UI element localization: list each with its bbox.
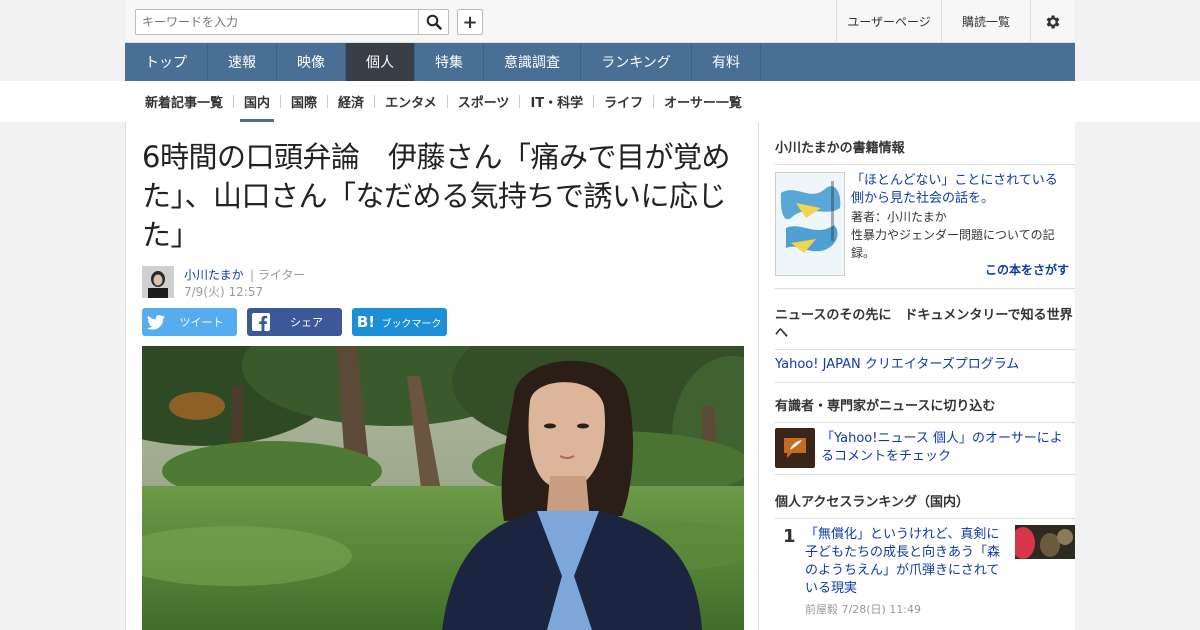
search-input[interactable] — [136, 10, 411, 34]
creators-program-link[interactable]: Yahoo! JAPAN クリエイターズプログラム — [775, 350, 1075, 382]
twitter-icon — [142, 308, 170, 336]
add-button[interactable]: + — [457, 9, 483, 35]
book-description: 性暴力やジェンダー問題についての記録。 — [851, 228, 1055, 260]
facebook-share-label: シェア — [290, 316, 323, 329]
subscription-link[interactable]: 購読一覧 — [941, 0, 1030, 43]
article-title: 6時間の口頭弁論 伊藤さん「痛みで目が覚めた」、山口さん「なだめる気持ちで誘いに… — [142, 140, 730, 252]
book-section: 小川たまかの書籍情報 — [775, 140, 1075, 165]
nav-ranking[interactable]: ランキング — [581, 43, 692, 81]
facebook-icon — [247, 308, 275, 336]
facebook-share-button[interactable]: シェア — [247, 308, 342, 336]
find-book-link[interactable]: この本をさがす — [985, 261, 1069, 278]
hatena-bookmark-button[interactable]: B! ブックマーク — [352, 308, 447, 336]
twitter-share-button[interactable]: ツイート — [142, 308, 237, 336]
book-cover-image — [776, 173, 844, 275]
nav-feature[interactable]: 特集 — [415, 43, 484, 81]
subnav-it-science[interactable]: IT・科学 — [520, 81, 593, 122]
rank-thumbnail-image — [1015, 525, 1075, 559]
nav-breaking[interactable]: 速報 — [208, 43, 277, 81]
feather-comment-icon — [784, 438, 806, 458]
book-heading: 小川たまかの書籍情報 — [775, 140, 1075, 165]
rank-1-thumbnail[interactable] — [1015, 525, 1075, 559]
expert-comments-link[interactable]: 「Yahoo!ニュース 個人」のオーサーによるコメントをチェック — [821, 430, 1065, 466]
settings-button[interactable] — [1030, 0, 1075, 43]
book-title-link[interactable]: 「ほとんどない」ことにされている側から見た社会の話を。 — [851, 172, 1063, 208]
top-bar: + ユーザーページ 購読一覧 — [0, 0, 1200, 43]
nav-survey[interactable]: 意識調査 — [484, 43, 581, 81]
search-icon — [426, 14, 442, 30]
header-links: ユーザーページ 購読一覧 — [836, 0, 1075, 43]
article-column: 6時間の口頭弁論 伊藤さん「痛みで目が覚めた」、山口さん「なだめる気持ちで誘いに… — [125, 122, 759, 630]
rank-1-title-link[interactable]: 「無償化」というけれど、真剣に子どもたちの成長と向きあう「森のようちえん」が爪弾… — [805, 526, 1005, 598]
main-nav: トップ 速報 映像 個人 特集 意識調査 ランキング 有料 — [125, 43, 1075, 81]
publish-date: 7/9(火) 12:57 — [184, 285, 264, 299]
subnav-entertainment[interactable]: エンタメ — [375, 81, 447, 122]
author-name-link[interactable]: 小川たまか — [184, 266, 244, 283]
subnav-domestic[interactable]: 国内 — [234, 81, 280, 122]
nav-top[interactable]: トップ — [125, 43, 208, 81]
rank-1-meta: 前屋毅 7/28(日) 11:49 — [805, 603, 921, 616]
header: + ユーザーページ 購読一覧 — [125, 0, 1075, 43]
hatena-bookmark-label: ブックマーク — [381, 318, 442, 330]
twitter-share-label: ツイート — [179, 316, 224, 329]
book-cover[interactable] — [775, 172, 845, 276]
search-box[interactable] — [135, 9, 449, 35]
divider — [775, 474, 1075, 475]
expert-section: 有識者・専門家がニュースに切り込む — [775, 398, 1075, 423]
divider — [775, 288, 1075, 289]
user-page-link[interactable]: ユーザーページ — [836, 0, 941, 43]
expert-heading: 有識者・専門家がニュースに切り込む — [775, 398, 1075, 423]
subnav-sports[interactable]: スポーツ — [448, 81, 520, 122]
sidebar: 小川たまかの書籍情報 「ほとんどない」ことにされている側から見た社会の話を。 著… — [759, 122, 1075, 630]
author-avatar[interactable] — [142, 266, 174, 298]
subnav-latest[interactable]: 新着記事一覧 — [135, 81, 233, 122]
documentary-section: ニュースのその先に ドキュメンタリーで知る世界へ Yahoo! JAPAN クリ… — [775, 307, 1075, 383]
rank-number: 1 — [783, 526, 796, 547]
article-photo — [142, 346, 744, 630]
divider — [775, 382, 1075, 383]
hatena-icon: B! — [356, 313, 376, 331]
gear-icon — [1046, 14, 1060, 29]
nav-video[interactable]: 映像 — [277, 43, 346, 81]
subnav-life[interactable]: ライフ — [594, 81, 653, 122]
comment-icon[interactable] — [775, 428, 815, 468]
book-info: 「ほとんどない」ことにされている側から見た社会の話を。 著者：小川たまか 性暴力… — [851, 172, 1063, 262]
plus-icon: + — [462, 11, 478, 33]
portrait-image — [142, 346, 744, 630]
documentary-heading: ニュースのその先に ドキュメンタリーで知る世界へ — [775, 307, 1075, 350]
sub-nav: 新着記事一覧 国内 国際 経済 エンタメ スポーツ IT・科学 ライフ オーサー… — [125, 81, 1075, 122]
subnav-international[interactable]: 国際 — [281, 81, 327, 122]
ranking-heading: 個人アクセスランキング（国内） — [775, 494, 1075, 519]
nav-personal[interactable]: 個人 — [346, 43, 415, 81]
nav-paid[interactable]: 有料 — [692, 43, 761, 81]
avatar-image — [142, 266, 174, 298]
book-author: 著者：小川たまか — [851, 210, 947, 224]
search-button[interactable] — [418, 10, 448, 34]
author-role: | ライター — [250, 268, 306, 282]
subnav-authors[interactable]: オーサー一覧 — [654, 81, 752, 122]
ranking-section: 個人アクセスランキング（国内） — [775, 494, 1075, 519]
subnav-economy[interactable]: 経済 — [328, 81, 374, 122]
